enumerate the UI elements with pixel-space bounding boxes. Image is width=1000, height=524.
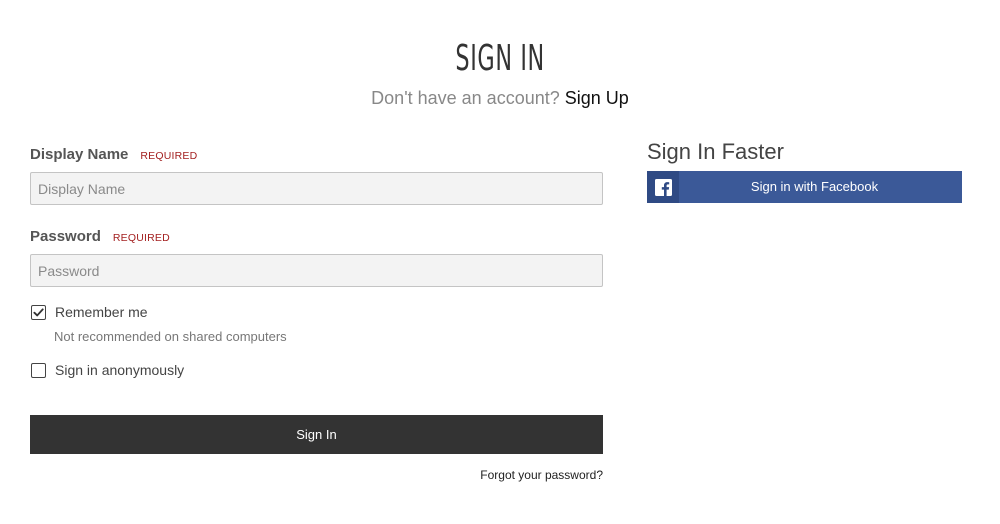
sign-in-faster-panel: Sign In Faster Sign in with Facebook: [647, 139, 962, 203]
password-required-badge: REQUIRED: [112, 232, 170, 244]
sign-in-form: Display Name REQUIRED Password REQUIRED …: [30, 146, 603, 482]
display-name-label: Display Name: [30, 146, 129, 163]
facebook-sign-in-label: Sign in with Facebook: [750, 179, 879, 194]
anonymous-label[interactable]: Sign in anonymously: [55, 362, 184, 378]
display-name-label-row: Display Name REQUIRED: [30, 146, 603, 166]
remember-me-group: Remember me Not recommended on shared co…: [30, 304, 603, 344]
signup-prompt: Don't have an account? Sign Up: [0, 88, 1000, 109]
signup-link[interactable]: Sign Up: [565, 88, 629, 108]
forgot-password-link[interactable]: Forgot your password?: [30, 468, 603, 482]
display-name-group: Display Name REQUIRED: [30, 146, 603, 205]
facebook-icon: [647, 171, 679, 203]
password-label: Password: [30, 228, 101, 245]
anonymous-checkbox[interactable]: [31, 362, 46, 378]
remember-me-hint: Not recommended on shared computers: [54, 329, 287, 344]
remember-me-row: Remember me: [30, 304, 603, 320]
password-label-row: Password REQUIRED: [30, 228, 603, 248]
password-group: Password REQUIRED: [30, 228, 603, 287]
remember-me-checkbox[interactable]: [31, 304, 46, 320]
page-header: SIGN IN Don't have an account? Sign Up: [0, 36, 1000, 109]
anonymous-row: Sign in anonymously: [30, 362, 603, 378]
display-name-input[interactable]: [30, 172, 603, 205]
signup-prompt-text: Don't have an account?: [371, 88, 560, 108]
display-name-required-badge: REQUIRED: [140, 150, 198, 162]
checkmark-icon: [33, 307, 44, 316]
remember-me-label[interactable]: Remember me: [55, 304, 148, 320]
facebook-sign-in-button[interactable]: Sign in with Facebook: [647, 171, 962, 203]
page-title: SIGN IN: [455, 38, 545, 79]
sign-in-button[interactable]: Sign In: [30, 415, 603, 454]
password-input[interactable]: [30, 254, 603, 287]
sign-in-faster-title: Sign In Faster: [647, 139, 784, 164]
